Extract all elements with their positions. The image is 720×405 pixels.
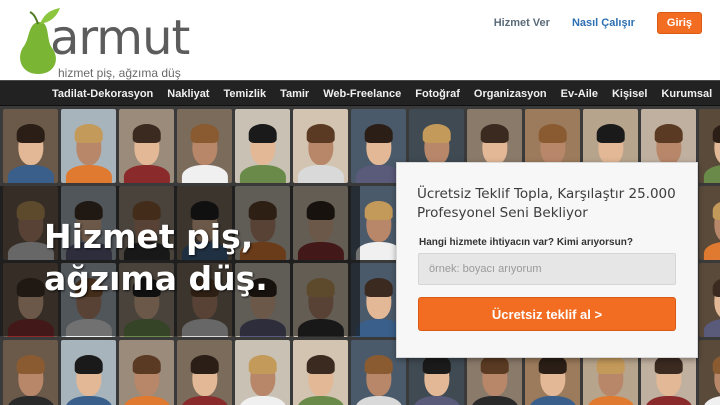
armut-logo[interactable]: armut hizmet piş, ağzıma düş bbox=[14, 4, 190, 80]
site-header: armut hizmet piş, ağzıma düş Hizmet Ver … bbox=[0, 0, 720, 80]
how-it-works-link[interactable]: Nasıl Çalışır bbox=[572, 17, 635, 29]
profile-photo-tile bbox=[235, 340, 290, 405]
nav-item-tamir[interactable]: Tamir bbox=[280, 88, 309, 100]
nav-item-organizasyon[interactable]: Organizasyon bbox=[474, 88, 547, 100]
profile-photo-tile bbox=[119, 340, 174, 405]
nav-item-kisisel[interactable]: Kişisel bbox=[612, 88, 647, 100]
logo-tagline: hizmet piş, ağzıma düş bbox=[58, 66, 181, 80]
get-free-quote-button[interactable]: Ücretsiz teklif al > bbox=[418, 297, 676, 331]
nav-item-kurumsal[interactable]: Kurumsal bbox=[661, 88, 712, 100]
profile-photo-tile bbox=[177, 340, 232, 405]
nav-item-temizlik[interactable]: Temizlik bbox=[223, 88, 266, 100]
profile-photo-tile bbox=[699, 109, 720, 183]
hero-title-line-2: ağzıma düş. bbox=[44, 259, 268, 298]
nav-item-nakliyat[interactable]: Nakliyat bbox=[167, 88, 209, 100]
profile-photo-tile bbox=[61, 340, 116, 405]
service-search-label: Hangi hizmete ihtiyacın var? Kimi arıyor… bbox=[419, 237, 633, 248]
login-button[interactable]: Giriş bbox=[656, 12, 702, 34]
service-search-input[interactable] bbox=[418, 253, 676, 285]
nav-item-web-freelance[interactable]: Web-Freelance bbox=[323, 88, 401, 100]
nav-item-fotograf[interactable]: Fotoğraf bbox=[415, 88, 460, 100]
top-links: Hizmet Ver Nasıl Çalışır Giriş bbox=[494, 12, 702, 34]
profile-photo-tile bbox=[293, 109, 348, 183]
profile-photo-tile bbox=[699, 340, 720, 405]
nav-item-ev-aile[interactable]: Ev-Aile bbox=[561, 88, 598, 100]
profile-photo-tile bbox=[3, 109, 58, 183]
profile-photo-tile bbox=[235, 109, 290, 183]
provide-service-link[interactable]: Hizmet Ver bbox=[494, 17, 550, 29]
profile-photo-tile bbox=[177, 109, 232, 183]
quote-request-form: Ücretsiz Teklif Topla, Karşılaştır 25.00… bbox=[396, 162, 698, 358]
category-nav: Tadilat-Dekorasyon Nakliyat Temizlik Tam… bbox=[0, 80, 720, 106]
hero-title-line-1: Hizmet piş, bbox=[44, 217, 254, 256]
hero-title: Hizmet piş, ağzıma düş. bbox=[44, 216, 268, 300]
nav-item-tadilat[interactable]: Tadilat-Dekorasyon bbox=[52, 88, 153, 100]
profile-photo-tile bbox=[119, 109, 174, 183]
profile-photo-tile bbox=[699, 186, 720, 260]
form-title: Ücretsiz Teklif Topla, Karşılaştır 25.00… bbox=[417, 186, 676, 221]
profile-photo-tile bbox=[293, 340, 348, 405]
profile-photo-tile bbox=[61, 109, 116, 183]
logo-wordmark: armut bbox=[50, 10, 190, 66]
profile-photo-tile bbox=[699, 263, 720, 337]
profile-photo-tile bbox=[3, 340, 58, 405]
